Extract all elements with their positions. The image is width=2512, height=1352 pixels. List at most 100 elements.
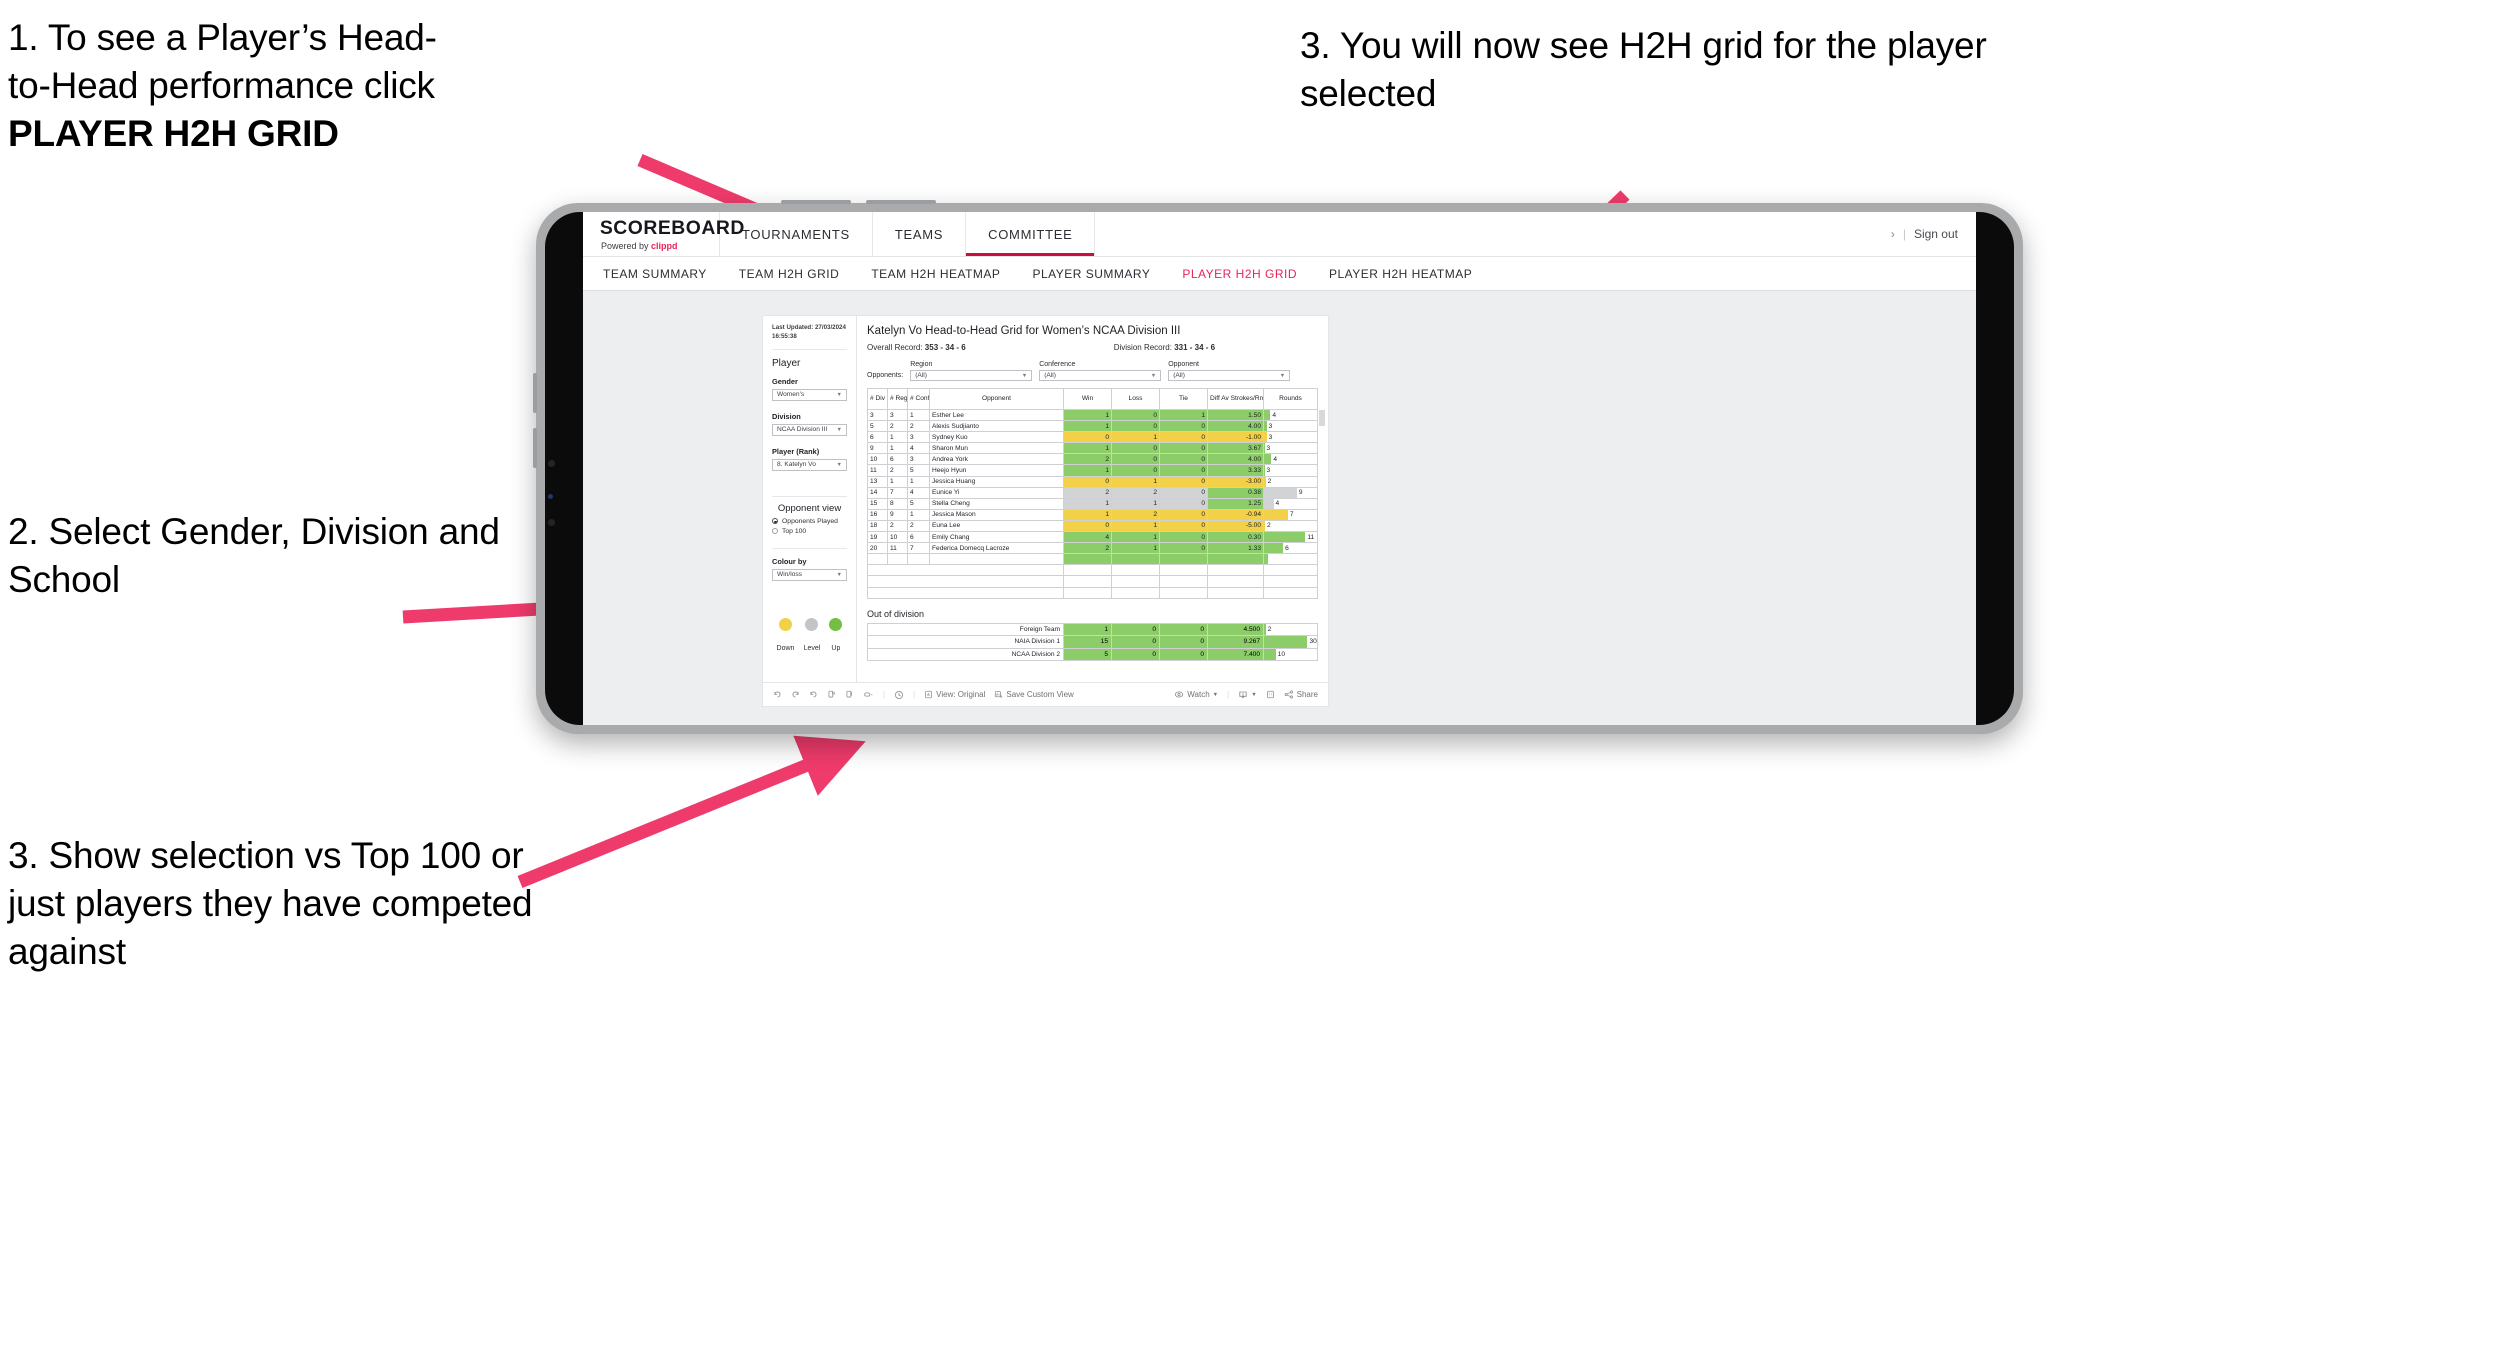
cell-loss: 0 xyxy=(1111,442,1160,455)
filter-gender-value: Women's xyxy=(777,391,805,399)
cell-win: 2 xyxy=(1063,453,1112,466)
nav-teams[interactable]: TEAMS xyxy=(873,212,967,256)
filter-gender-select[interactable]: Women's ▼ xyxy=(772,388,847,401)
cell-rounds: 4 xyxy=(1263,408,1318,422)
cell-reg: 1 xyxy=(887,431,908,444)
table-row[interactable]: 6 1 3 Sydney Kuo 0 1 0 -1.00 3 xyxy=(867,431,1318,444)
table-row[interactable]: 11 2 5 Heejo Hyun 1 0 0 3.33 3 xyxy=(867,464,1318,477)
filter-division-select[interactable]: NCAA Division III ▼ xyxy=(772,423,847,436)
tab-team-h2h-grid[interactable]: TEAM H2H GRID xyxy=(739,267,840,281)
cell-diff: -0.94 xyxy=(1207,508,1264,521)
col-div[interactable]: # Div xyxy=(867,388,888,410)
table-row[interactable]: 20 11 7 Federica Domecq Lacroze 2 1 0 1.33 6 xyxy=(867,542,1318,555)
opponent-filter-opponent-select[interactable]: (All) ▼ xyxy=(1168,370,1291,381)
col-win[interactable]: Win xyxy=(1063,388,1112,410)
opponent-filter-region: Region (All) ▼ xyxy=(910,361,1033,381)
watch-button[interactable]: Watch ▼ xyxy=(1174,690,1218,699)
history-icon[interactable] xyxy=(894,690,904,700)
topbar-right: › | Sign out xyxy=(1891,212,1976,256)
col-tie[interactable]: Tie xyxy=(1159,388,1208,410)
cell-reg: 2 xyxy=(887,519,908,533)
table-row[interactable]: 5 2 2 Alexis Sudjianto 1 0 0 4.00 3 xyxy=(867,420,1318,433)
chevron-down-icon: ▼ xyxy=(1212,691,1219,698)
cell-conf: 1 xyxy=(907,408,930,422)
table-row[interactable]: 16 9 1 Jessica Mason 1 2 0 -0.94 7 xyxy=(867,508,1318,521)
sign-out-link[interactable]: Sign out xyxy=(1914,227,1958,241)
filter-player-rank-select[interactable]: 8. Katelyn Vo ▼ xyxy=(772,458,847,471)
filter-colour-by-select[interactable]: Win/loss ▼ xyxy=(772,568,847,581)
out-of-division-row[interactable]: NAIA Division 1 15 0 0 9.267 30 xyxy=(867,635,1318,649)
table-row[interactable]: 10 6 3 Andrea York 2 0 0 4.00 4 xyxy=(867,453,1318,466)
filter-colour-by-value: Win/loss xyxy=(777,571,802,579)
opponent-filter-conference-select[interactable]: (All) ▼ xyxy=(1039,370,1162,381)
out-of-division-body: Foreign Team 1 0 0 4.500 2 NAIA Division 1 15 0 0… xyxy=(867,622,1318,662)
ood-rounds: 10 xyxy=(1263,647,1318,662)
cell-div: 15 xyxy=(867,497,888,510)
fit-icon[interactable] xyxy=(863,690,874,699)
table-row[interactable]: 9 1 4 Sharon Mun 1 0 0 3.67 3 xyxy=(867,442,1318,455)
cell-rounds: 4 xyxy=(1263,497,1318,510)
revert-icon[interactable] xyxy=(809,690,818,699)
cell-loss: 2 xyxy=(1111,486,1160,499)
cell-tie: 0 xyxy=(1159,542,1208,555)
table-row-empty xyxy=(867,564,1318,577)
pause-icon[interactable] xyxy=(845,690,854,699)
tab-team-summary[interactable]: TEAM SUMMARY xyxy=(603,267,707,281)
legend-level-label: Level xyxy=(803,644,821,652)
cell-diff: 1.33 xyxy=(1207,542,1264,555)
cell-win: 2 xyxy=(1063,486,1112,499)
table-row[interactable]: 19 10 6 Emily Chang 4 1 0 0.30 11 xyxy=(867,531,1318,544)
nav-committee[interactable]: COMMITTEE xyxy=(966,212,1096,256)
cell-loss: 0 xyxy=(1111,464,1160,477)
tab-player-h2h-grid[interactable]: PLAYER H2H GRID xyxy=(1182,267,1297,281)
overall-record: Overall Record: 353 - 34 - 6 xyxy=(867,343,966,352)
col-conf[interactable]: # Conf xyxy=(907,388,930,410)
grid-scrollbar[interactable] xyxy=(1319,410,1325,426)
cell-diff: 3.33 xyxy=(1207,464,1264,477)
pane-heading-player: Player xyxy=(772,357,801,369)
filter-gender: Gender Women's ▼ xyxy=(772,377,847,401)
cell-opponent: Eunice Yi xyxy=(929,486,1064,499)
refresh-icon[interactable] xyxy=(827,690,836,699)
redo-icon[interactable] xyxy=(791,690,800,699)
out-of-division-row[interactable]: Foreign Team 1 0 0 4.500 2 xyxy=(867,622,1318,637)
tab-player-h2h-heatmap[interactable]: PLAYER H2H HEATMAP xyxy=(1329,267,1472,281)
col-reg[interactable]: # Reg xyxy=(887,388,908,410)
table-row[interactable]: 18 2 2 Euna Lee 0 1 0 -5.00 2 xyxy=(867,519,1318,533)
share-button[interactable]: Share xyxy=(1284,690,1318,699)
annotation-step-1-line2: to-Head performance click xyxy=(8,65,435,107)
col-opponent[interactable]: Opponent xyxy=(929,388,1064,410)
tab-player-summary[interactable]: PLAYER SUMMARY xyxy=(1032,267,1150,281)
view-original-button[interactable]: View: Original xyxy=(924,690,985,699)
legend-level-swatch xyxy=(805,617,819,631)
device-bezel: SCOREBOARD Powered by clippd TOURNAMENTS… xyxy=(545,212,2014,725)
cell-opponent: Jessica Huang xyxy=(929,475,1064,488)
division-record: Division Record: 331 - 34 - 6 xyxy=(1114,343,1215,352)
grid-content: Katelyn Vo Head-to-Head Grid for Women’s… xyxy=(857,316,1328,682)
annotation-step-1-bold: PLAYER H2H GRID xyxy=(8,113,339,155)
chevron-right-icon[interactable]: › xyxy=(1891,227,1895,241)
fullscreen-icon[interactable] xyxy=(1266,690,1275,699)
opponent-filter-region-select[interactable]: (All) ▼ xyxy=(910,370,1033,381)
cell-opponent: Jessica Mason xyxy=(929,508,1064,521)
col-diff[interactable]: Diff Av Strokes/Rnd xyxy=(1207,388,1264,410)
opponent-filter-conference-value: (All) xyxy=(1044,372,1056,379)
opponent-filter-row: Opponents: Region (All) ▼ Conference (Al… xyxy=(867,361,1318,381)
undo-icon[interactable] xyxy=(773,690,782,699)
legend-level: Level xyxy=(803,617,821,655)
radio-opponents-played[interactable]: Opponents Played xyxy=(772,518,847,525)
table-row[interactable]: 15 8 5 Stella Cheng 1 1 0 1.25 4 xyxy=(867,497,1318,510)
tab-team-h2h-heatmap[interactable]: TEAM H2H HEATMAP xyxy=(871,267,1000,281)
table-row[interactable]: 14 7 4 Eunice Yi 2 2 0 0.38 9 xyxy=(867,486,1318,499)
col-rounds[interactable]: Rounds xyxy=(1263,388,1318,410)
cell-tie: 0 xyxy=(1159,508,1208,521)
download-button[interactable]: ▼ xyxy=(1238,690,1257,699)
col-loss[interactable]: Loss xyxy=(1111,388,1160,410)
out-of-division-row[interactable]: NCAA Division 2 5 0 0 7.400 10 xyxy=(867,647,1318,662)
radio-top-100[interactable]: Top 100 xyxy=(772,528,847,535)
cell-diff: 1.25 xyxy=(1207,497,1264,510)
table-row[interactable]: 13 1 1 Jessica Huang 0 1 0 -3.00 2 xyxy=(867,475,1318,488)
h2h-grid-body: 3 3 1 Esther Lee 1 0 1 1.50 4 5 2 2 Alexis Sudjianto… xyxy=(867,408,1318,599)
save-custom-view-button[interactable]: Save Custom View xyxy=(994,690,1074,699)
table-row[interactable]: 3 3 1 Esther Lee 1 0 1 1.50 4 xyxy=(867,408,1318,422)
